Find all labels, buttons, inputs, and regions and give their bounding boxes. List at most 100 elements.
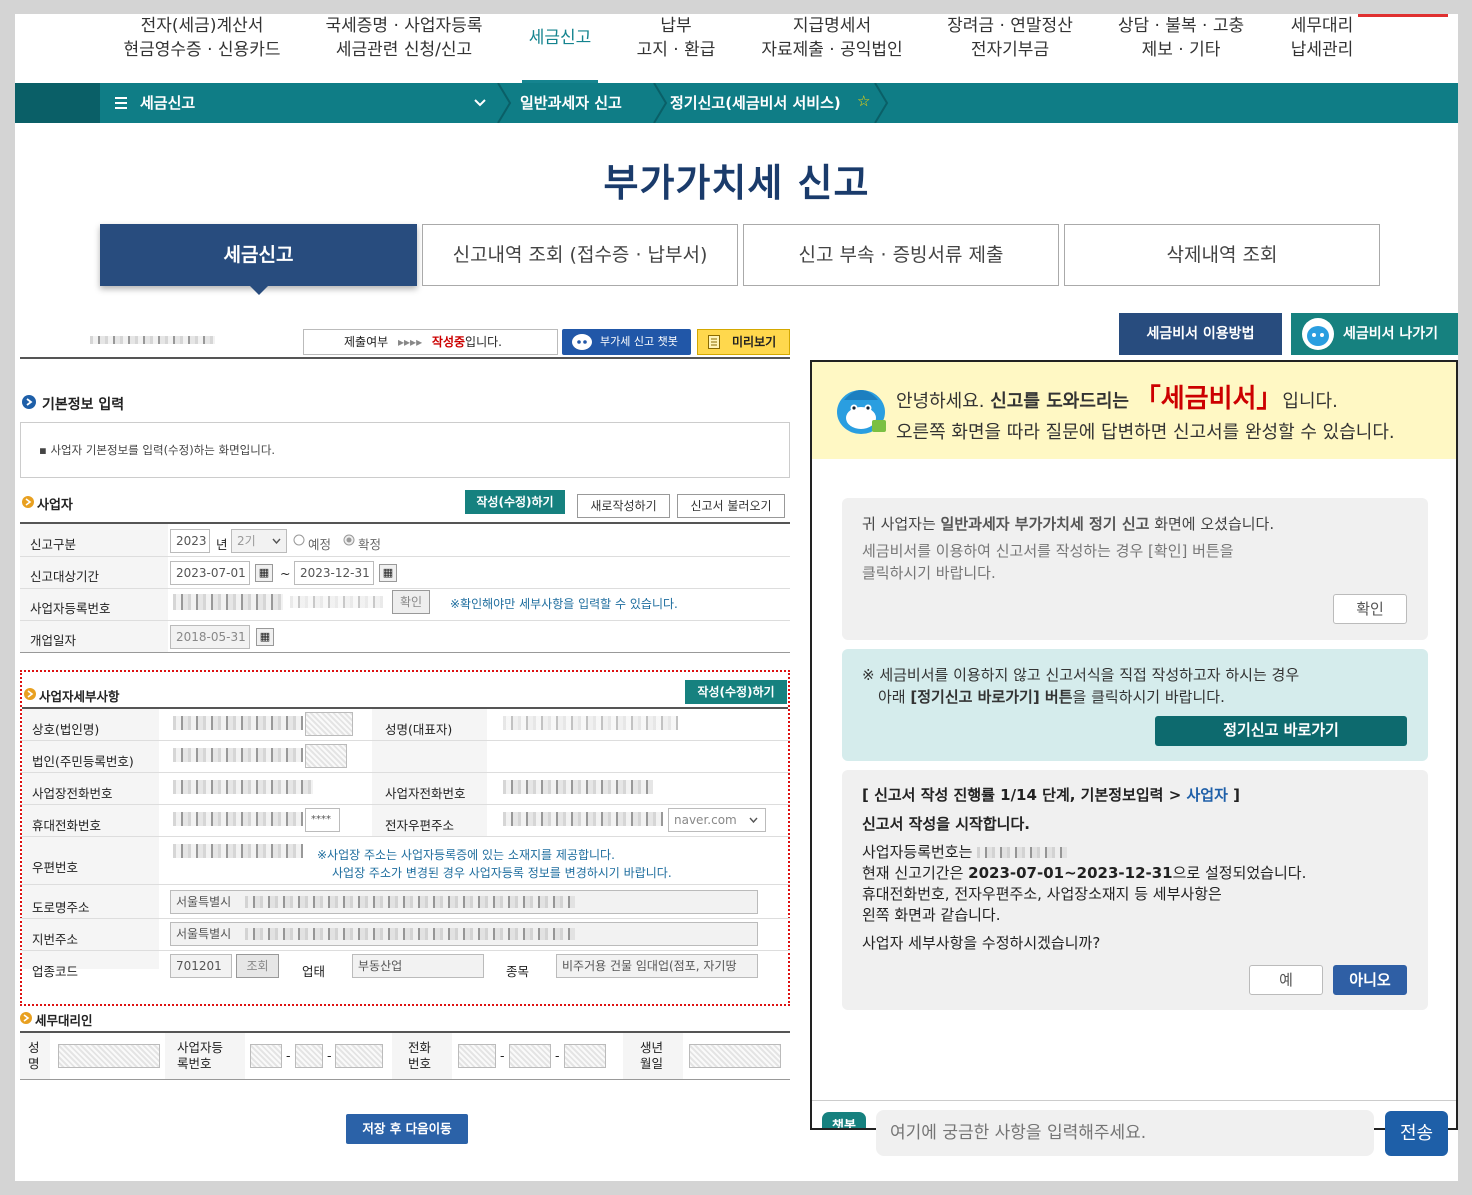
agent-bizno-field-3[interactable] xyxy=(335,1044,383,1068)
direct-line-1: ※ 세금비서를 이용하지 않고 신고서식을 직접 작성하고자 하시는 경우 xyxy=(862,666,1300,684)
howto-button[interactable]: 세금비서 이용방법 xyxy=(1119,313,1282,355)
breadcrumb-separator-icon xyxy=(653,83,668,123)
redacted-bizno xyxy=(290,596,383,608)
agent-phone-field-3[interactable] xyxy=(564,1044,606,1068)
greeting-line-1: 안녕하세요. 신고를 도와드리는 「세금비서」입니다. xyxy=(896,378,1338,415)
filing-form-panel: 제출여부 ▸▸▸▸ 작성중입니다. 부가세 신고 챗봇 미리보기 기본정보 입력… xyxy=(20,324,790,1154)
basic-info-note: 사업자 기본정보를 입력(수정)하는 화면입니다. xyxy=(50,443,276,457)
redacted-business-phone xyxy=(173,780,313,794)
year-field[interactable]: 2023 xyxy=(170,529,210,553)
intro-b: 일반과세자 부가가치세 정기 신고 xyxy=(940,515,1150,533)
company-name-field[interactable] xyxy=(305,712,353,736)
row-divider xyxy=(20,556,790,557)
submission-status: 제출여부 ▸▸▸▸ 작성중입니다. xyxy=(303,329,558,355)
year-unit: 년 xyxy=(216,537,228,552)
row-divider xyxy=(20,918,790,919)
nav-item-certificates[interactable]: 국세증명 · 사업자등록 세금관련 신청/신고 xyxy=(319,14,489,62)
redacted-representative xyxy=(503,716,678,730)
nav-item-incentives[interactable]: 장려금 · 연말정산 전자기부금 xyxy=(940,14,1080,62)
progress-line-1: 사업자등록번호는 xyxy=(862,842,1408,863)
nav-item-tax-agent[interactable]: 세무대리 납세관리 xyxy=(1277,14,1367,62)
direct-line-2: 아래 [정기신고 바로가기] 버튼을 클릭하시기 바랍니다. xyxy=(862,686,1408,708)
go-regular-filing-button[interactable]: 정기신고 바로가기 xyxy=(1155,716,1407,746)
redacted-road-address xyxy=(245,896,575,908)
period-start-field[interactable]: 2023-07-01 xyxy=(170,561,250,585)
breadcrumb-level2[interactable]: 일반과세자 신고 xyxy=(520,92,622,113)
send-button[interactable]: 전송 xyxy=(1385,1111,1448,1156)
progress-header: [ 신고서 작성 진행률 1/14 단계, 기본정보입력 > 사업자 ] xyxy=(862,785,1408,806)
edit-detail-button[interactable]: 작성(수정)하기 xyxy=(685,680,787,704)
nav-item-e-invoice[interactable]: 전자(세금)계산서 현금영수증 · 신용카드 xyxy=(122,14,282,62)
star-outline-icon[interactable]: ☆ xyxy=(857,92,870,110)
agent-bizno-field-1[interactable] xyxy=(250,1044,282,1068)
business-type-field[interactable]: 부동산업 xyxy=(352,954,484,978)
breadcrumb-level3[interactable]: 정기신고(세금비서 서비스) xyxy=(670,92,841,113)
radio-expected[interactable] xyxy=(293,534,305,546)
edit-basic-button[interactable]: 작성(수정)하기 xyxy=(465,490,565,514)
corporate-number-field[interactable] xyxy=(305,744,347,768)
chevron-down-icon xyxy=(272,538,281,544)
item-field[interactable]: 비주거용 건물 임대업(점포, 자기땅 xyxy=(556,954,758,978)
greeting-brand: 「세금비서」 xyxy=(1134,384,1283,414)
exit-assistant-button[interactable]: 세금비서 나가기 xyxy=(1291,313,1458,355)
radio-confirmed[interactable] xyxy=(343,534,355,546)
industry-lookup-button[interactable]: 조회 xyxy=(236,954,279,978)
intro-a: 귀 사업자는 xyxy=(862,515,941,533)
agent-name-field[interactable] xyxy=(58,1044,160,1068)
chat-input[interactable] xyxy=(876,1110,1374,1156)
nav-item-consultation[interactable]: 상담 · 불복 · 고충 제보 · 기타 xyxy=(1111,14,1251,62)
page-title: 부가가치세 신고 xyxy=(603,161,870,205)
breadcrumb-menu[interactable]: 세금신고 xyxy=(100,83,496,123)
direct-pre: 아래 xyxy=(878,688,911,706)
hamburger-icon xyxy=(115,97,127,109)
period-select[interactable]: 2기 xyxy=(231,529,287,553)
document-icon xyxy=(708,335,720,349)
nav-label: 전자기부금 xyxy=(970,40,1050,60)
nav-label: 전자(세금)계산서 xyxy=(140,16,264,36)
calendar-icon[interactable]: ▦ xyxy=(379,564,397,582)
new-write-button[interactable]: 새로작성하기 xyxy=(577,494,670,518)
preview-button[interactable]: 미리보기 xyxy=(697,329,790,355)
row-divider xyxy=(20,836,790,837)
agent-birth-field[interactable] xyxy=(689,1044,781,1068)
calendar-icon[interactable]: ▦ xyxy=(256,628,274,646)
save-next-button[interactable]: 저장 후 다음이동 xyxy=(346,1114,468,1144)
tab-tax-filing[interactable]: 세금신고 xyxy=(100,224,417,295)
calendar-icon[interactable]: ▦ xyxy=(255,564,273,582)
agent-name-label: 성명 xyxy=(28,1040,40,1071)
industry-code-field[interactable]: 701201 xyxy=(170,954,232,978)
open-date-label: 개업일자 xyxy=(30,633,77,648)
yes-button[interactable]: 예 xyxy=(1249,965,1323,995)
load-report-button[interactable]: 신고서 불러오기 xyxy=(677,494,785,518)
intro-confirm-button[interactable]: 확인 xyxy=(1333,594,1407,624)
nav-item-statements[interactable]: 지급명세서 자료제출 · 공익법인 xyxy=(753,14,911,62)
intro-line-3: 클릭하시기 바랍니다. xyxy=(862,564,996,582)
tab-filing-history[interactable]: 신고내역 조회 (접수증 · 납부서) xyxy=(422,224,738,286)
business-detail-heading: 사업자세부사항 xyxy=(39,689,120,704)
redacted-user-info xyxy=(90,336,215,344)
postal-note-1: ※사업장 주소는 사업자등록증에 있는 소재지를 제공합니다. xyxy=(317,848,615,862)
tab-deleted-history[interactable]: 삭제내역 조회 xyxy=(1064,224,1380,286)
bizno-confirm-button[interactable]: 확인 xyxy=(392,590,430,614)
no-button[interactable]: 아니오 xyxy=(1333,965,1407,995)
date-separator: ~ xyxy=(280,566,291,581)
nav-item-payment[interactable]: 납부 고지 · 환급 xyxy=(631,14,721,62)
period-select-value: 2기 xyxy=(237,534,256,548)
greeting-post: 입니다. xyxy=(1282,391,1338,412)
agent-phone-field-2[interactable] xyxy=(509,1044,551,1068)
tab-attachments[interactable]: 신고 부속 · 증빙서류 제출 xyxy=(743,224,1059,286)
period-end-field[interactable]: 2023-12-31 xyxy=(294,561,374,585)
email-domain-select[interactable]: naver.com xyxy=(668,808,766,832)
row-divider xyxy=(20,588,790,589)
mobile-suffix-field[interactable]: **** xyxy=(305,808,340,832)
progress-header-link[interactable]: 사업자 xyxy=(1187,786,1228,804)
nav-item-tax-filing[interactable]: 세금신고 xyxy=(522,26,598,84)
business-type-label: 업태 xyxy=(302,964,326,979)
agent-bizno-field-2[interactable] xyxy=(295,1044,323,1068)
nav-label: 납세관리 xyxy=(1290,40,1354,60)
agent-bizno-label: 사업자등록번호 xyxy=(177,1040,224,1071)
vat-chatbot-button[interactable]: 부가세 신고 챗봇 xyxy=(562,329,691,355)
agent-phone-field-1[interactable] xyxy=(458,1044,496,1068)
chatbot-consult-badge[interactable]: 챗봇상담 xyxy=(822,1112,866,1128)
open-date-field[interactable]: 2018-05-31 xyxy=(170,625,250,649)
